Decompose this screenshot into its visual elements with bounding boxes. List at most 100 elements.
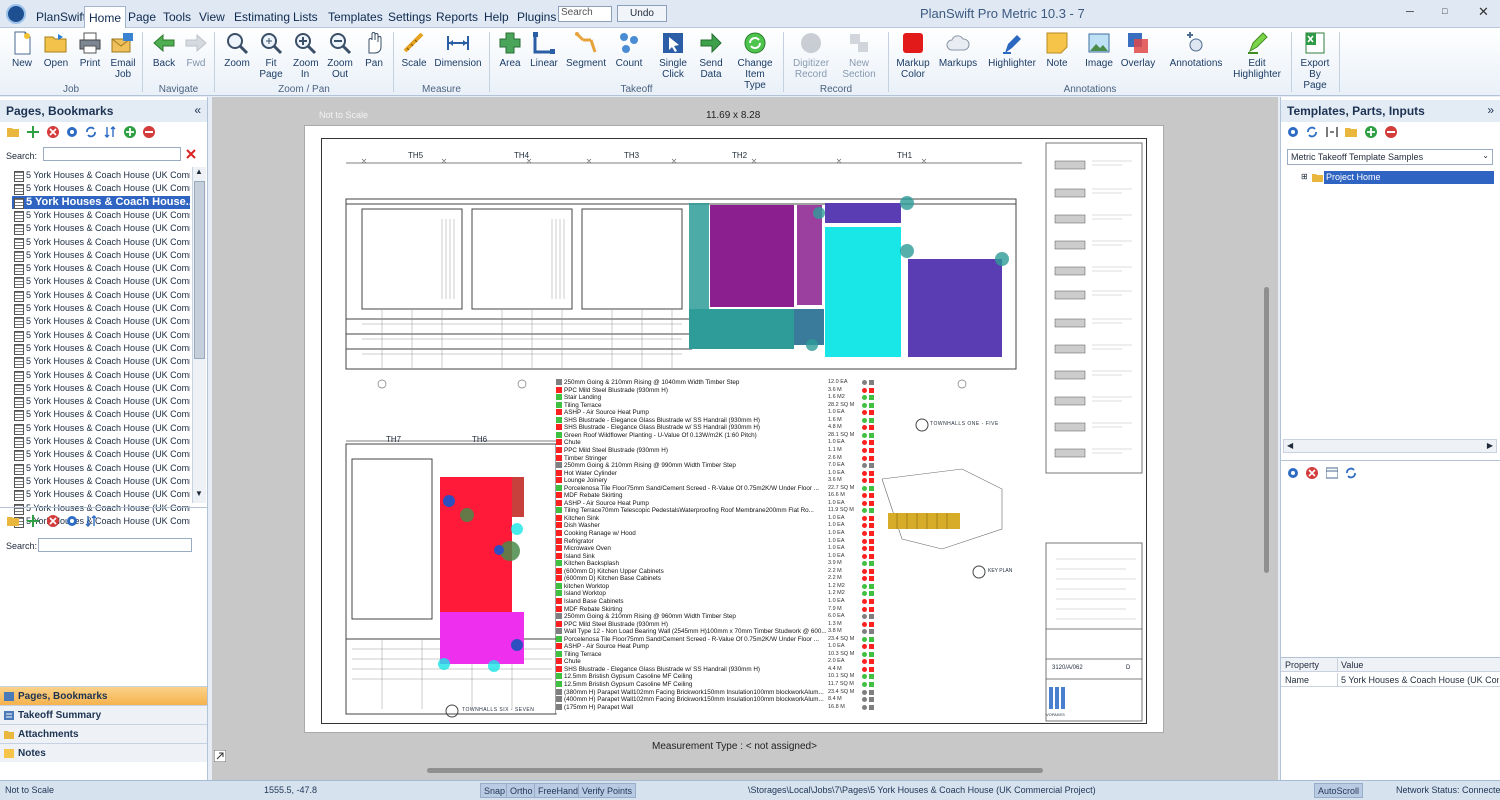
takeoff-legend-row[interactable]: PPC Mild Steel Blustrade (930mm H) 1.1 M [556, 446, 876, 454]
takeoff-legend-row[interactable]: Porcelenosa Tile Floor75mm Sand/Cement S… [556, 484, 876, 492]
template-folder-icon[interactable] [1345, 126, 1357, 138]
takeoff-legend-row[interactable]: Tiling Terrace 28.2 SQ M [556, 401, 876, 409]
takeoff-legend-row[interactable]: Tiling Terrace70mm Telescopic PedestalsW… [556, 507, 876, 514]
takeoff-legend-row[interactable]: Wall Type 12 - Non Load Bearing Wall (25… [556, 628, 876, 635]
bookmark-search-input[interactable] [38, 538, 192, 552]
page-list-item[interactable]: 5 York Houses & Coach House (UK Comm... [12, 262, 190, 276]
takeoff-legend-row[interactable]: Microwave Oven 1.0 EA [556, 545, 876, 552]
sort-icon[interactable] [104, 126, 116, 138]
single-click-button[interactable]: Single Click [655, 31, 691, 80]
takeoff-legend-row[interactable]: 12.5mm Bristish Gypsum Casoline MF Ceili… [556, 673, 876, 680]
bookmark-sort-icon[interactable] [85, 515, 97, 527]
freehand-toggle[interactable]: FreeHand [534, 783, 583, 798]
close-icon[interactable]: ✕ [1478, 4, 1489, 20]
add-green-icon[interactable] [124, 126, 136, 138]
new-section-button[interactable]: New Section [838, 31, 880, 80]
count-button[interactable]: Count [612, 31, 646, 69]
delete-icon[interactable] [47, 126, 59, 138]
ortho-toggle[interactable]: Ortho [506, 783, 537, 798]
drawing-canvas[interactable]: Not to Scale 11.69 x 8.28 TH5 TH4 TH3 TH… [212, 97, 1278, 780]
page-list-item[interactable]: 5 York Houses & Coach House (UK Comm... [12, 209, 190, 222]
page-list-item[interactable]: 5 York Houses & Coach House (UK Comm... [12, 475, 190, 488]
annotations-button[interactable]: Annotations [1168, 31, 1224, 69]
page-list-item[interactable]: 5 York Houses & Coach House (UK Comm... [12, 315, 190, 329]
page-list-item[interactable]: 5 York Houses & Coach House (UK Comm... [12, 502, 190, 515]
parts-table-icon[interactable] [1326, 467, 1338, 479]
takeoff-legend-row[interactable]: PPC Mild Steel Blustrade (930mm H) 1.3 M [556, 620, 876, 628]
page-list-item[interactable]: 5 York Houses & Coach House (UK Comm... [12, 382, 190, 395]
bookmark-gear-icon[interactable] [66, 515, 78, 527]
pages-scrollbar-thumb[interactable] [194, 181, 205, 359]
tab-page[interactable]: Page [124, 6, 160, 28]
page-list-item[interactable]: 5 York Houses & Coach House (UK Comm... [12, 289, 190, 302]
takeoff-legend-row[interactable]: Tiling Terrace 10.3 SQ M [556, 650, 876, 658]
tab-estimating[interactable]: Estimating [230, 6, 294, 28]
dimension-button[interactable]: Dimension [434, 31, 482, 69]
scroll-right-icon[interactable]: ▶ [1487, 441, 1493, 450]
add-icon[interactable] [27, 126, 39, 138]
page-list-item[interactable]: 5 York Houses & Coach House (UK Comm... [12, 342, 190, 355]
bookmark-add-icon[interactable] [27, 515, 39, 527]
takeoff-legend-row[interactable]: Refrigrator 1.0 EA [556, 537, 876, 545]
page-list-item[interactable]: 5 York Houses & Coach House (UK Comm... [12, 236, 190, 249]
autoscroll-toggle[interactable]: AutoScroll [1314, 783, 1364, 798]
tab-home[interactable]: Home [84, 6, 127, 28]
expand-arrow-icon[interactable] [214, 750, 226, 762]
takeoff-legend-row[interactable]: (400mm H) Parapet Wall102mm Facing Brick… [556, 696, 876, 703]
takeoff-legend-row[interactable]: (600mm D) Kitchen Upper Cabinets 2.2 M [556, 567, 876, 575]
page-list-item[interactable]: 5 York Houses & Coach House (UK Comm... [12, 488, 190, 502]
takeoff-legend-row[interactable]: SHS Blustrade - Elegance Glass Blustrade… [556, 416, 876, 424]
tab-templates[interactable]: Templates [324, 6, 387, 28]
takeoff-legend-row[interactable]: Island Sink 1.0 EA [556, 552, 876, 560]
bookmark-folder-icon[interactable] [7, 515, 19, 527]
tab-view[interactable]: View [195, 6, 229, 28]
takeoff-legend-row[interactable]: Stair Landing 1.6 M2 [556, 394, 876, 401]
app-menu[interactable]: PlanSwift [32, 6, 90, 28]
change-item-type-button[interactable]: Change Item Type [734, 31, 776, 91]
snap-toggle[interactable]: Snap [480, 783, 510, 798]
takeoff-legend-row[interactable]: Hot Water Cylinder 1.0 EA [556, 469, 876, 477]
remove-icon[interactable] [143, 126, 155, 138]
zoom-in-button[interactable]: Zoom In [290, 31, 320, 80]
export-by-page-button[interactable]: Export By Page [1297, 31, 1333, 91]
tab-reports[interactable]: Reports [432, 6, 482, 28]
tab-tools[interactable]: Tools [159, 6, 195, 28]
takeoff-legend-row[interactable]: Green Roof Wildflower Planting - U-Value… [556, 431, 876, 439]
takeoff-legend-row[interactable]: (175mm H) Parapet Wall 16.8 M [556, 703, 876, 711]
takeoff-legend-row[interactable]: ASHP - Air Source Heat Pump 1.0 EA [556, 409, 876, 416]
takeoff-legend-row[interactable]: 250mm Going & 210mm Rising @ 960mm Width… [556, 613, 876, 620]
digitizer-record-button[interactable]: Digitizer Record [790, 31, 832, 80]
minimize-icon[interactable]: ─ [1406, 6, 1414, 18]
maximize-icon[interactable]: □ [1442, 6, 1447, 16]
takeoff-legend-row[interactable]: Dish Washer 1.0 EA [556, 522, 876, 529]
takeoff-legend-row[interactable]: Timber Stringer 2.6 M [556, 454, 876, 462]
tree-expand-icon[interactable]: ⊞ [1301, 172, 1308, 181]
note-button[interactable]: Note [1043, 31, 1071, 69]
undo-button[interactable]: Undo [617, 5, 667, 22]
takeoff-legend-row[interactable]: ASHP - Air Source Heat Pump 1.0 EA [556, 643, 876, 650]
takeoff-legend-row[interactable]: Kitchen Backsplash 3.9 M [556, 560, 876, 567]
takeoff-legend-row[interactable]: 250mm Going & 210mm Rising @ 1040mm Widt… [556, 379, 876, 386]
takeoff-legend-row[interactable]: SHS Blustrade - Elegance Glass Blustrade… [556, 424, 876, 431]
collapse-left-icon[interactable]: « [194, 103, 201, 117]
page-list-item[interactable]: 5 York Houses & Coach House (UK Comm... [12, 302, 190, 315]
template-add-icon[interactable] [1365, 126, 1377, 138]
page-list-item[interactable]: 5 York Houses & Coach House... [12, 195, 190, 209]
highlighter-button[interactable]: Highlighter [984, 31, 1040, 69]
zoom-out-button[interactable]: Zoom Out [324, 31, 356, 80]
markups-button[interactable]: Markups [938, 31, 978, 69]
page-list-item[interactable]: 5 York Houses & Coach House (UK Comm... [12, 422, 190, 435]
parts-delete-icon[interactable] [1306, 467, 1318, 479]
open-button[interactable]: Open [41, 31, 71, 69]
takeoff-legend-row[interactable]: Kitchen Sink 1.0 EA [556, 514, 876, 522]
template-select[interactable]: Metric Takeoff Template Samples ⌄ [1287, 149, 1493, 165]
verify-points-toggle[interactable]: Verify Points [578, 783, 637, 798]
nav-tab-takeoff-summary[interactable]: Takeoff Summary [0, 705, 207, 724]
template-remove-icon[interactable] [1385, 126, 1397, 138]
page-list-item[interactable]: 5 York Houses & Coach House (UK Comm... [12, 169, 190, 182]
fwd-button[interactable]: Fwd [182, 31, 210, 69]
scroll-down-icon[interactable]: ▼ [195, 489, 203, 498]
segment-button[interactable]: Segment [566, 31, 606, 69]
floor-plan-drawing[interactable]: TH5 TH4 TH3 TH2 TH1 TH7 TH6 TOWNHALLS ON… [321, 138, 1147, 724]
zoom-button[interactable]: Zoom [222, 31, 252, 69]
